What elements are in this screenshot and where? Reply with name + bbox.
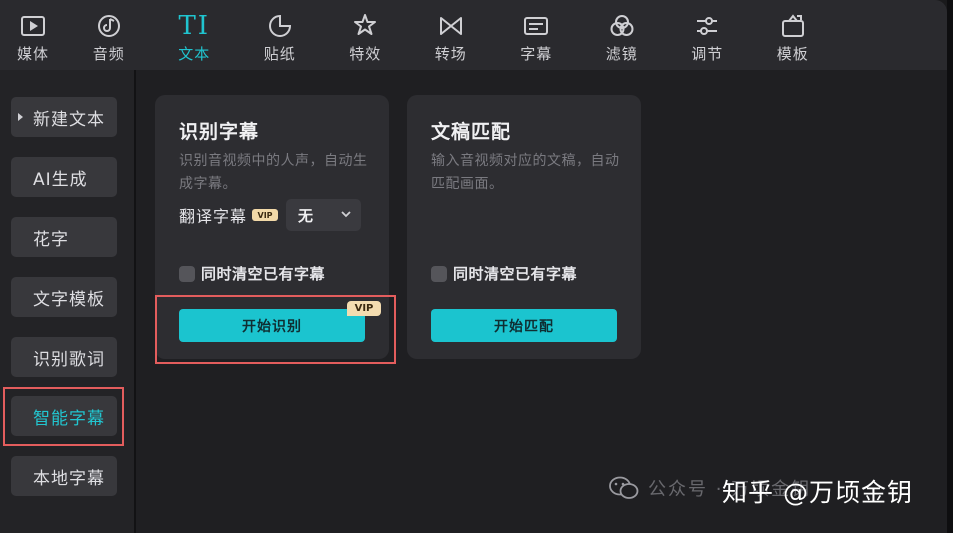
- translate-row: 翻译字幕 VIP 无: [179, 199, 362, 231]
- toolbar-item-label: 文本: [178, 45, 211, 63]
- highlight-box: [155, 295, 396, 364]
- translate-select[interactable]: 无: [286, 199, 362, 231]
- chevron-down-icon: [341, 211, 351, 218]
- toolbar-item-label: 转场: [434, 45, 467, 63]
- toolbar-item-label: 媒体: [16, 45, 49, 63]
- text-icon: TI: [178, 11, 211, 41]
- sidebar-item-label: 本地字幕: [33, 468, 105, 489]
- card-title: 识别字幕: [179, 121, 260, 143]
- toolbar-item-text[interactable]: TI 文本: [152, 0, 238, 70]
- toolbar-item-effects[interactable]: 特效: [323, 0, 409, 70]
- sidebar-item-label: 新建文本: [33, 109, 105, 130]
- sidebar-item-label: 花字: [33, 229, 69, 250]
- subtitle-icon: [524, 17, 549, 35]
- card-title: 文稿匹配: [431, 121, 512, 143]
- toolbar-item-label: 滤镜: [605, 45, 638, 63]
- sidebar-item-label: 文字模板: [33, 289, 105, 310]
- highlight-box: [3, 387, 124, 446]
- caret-right-icon: [18, 113, 23, 121]
- toolbar-item-template[interactable]: 模板: [750, 0, 836, 70]
- sidebar-item-local-subtitle[interactable]: 本地字幕: [11, 456, 117, 496]
- top-toolbar: 媒体 音频 TI 文本 贴纸 特效 转场 字幕 滤镜 调节 模板: [0, 0, 947, 70]
- clear-existing-checkbox-row[interactable]: 同时清空已有字幕: [179, 263, 325, 284]
- sidebar-item-label: AI生成: [33, 169, 88, 190]
- checkbox-label: 同时清空已有字幕: [201, 265, 326, 283]
- template-icon: [781, 14, 804, 37]
- clear-existing-checkbox-row[interactable]: 同时清空已有字幕: [431, 263, 577, 284]
- toolbar-item-media[interactable]: 媒体: [0, 0, 66, 70]
- sidebar-item-ai-generate[interactable]: AI生成: [11, 157, 117, 197]
- media-icon: [21, 16, 45, 36]
- sidebar-item-label: 识别歌词: [33, 349, 105, 370]
- window-edge: [947, 0, 953, 533]
- toolbar-item-label: 特效: [349, 45, 382, 63]
- toolbar-item-subtitle[interactable]: 字幕: [494, 0, 580, 70]
- vip-badge: VIP: [252, 209, 279, 221]
- clear-existing-checkbox[interactable]: [179, 265, 195, 282]
- sidebar: 新建文本 AI生成 花字 文字模板 识别歌词 智能字幕 本地字幕: [0, 70, 136, 533]
- wechat-icon: [609, 476, 639, 499]
- clear-existing-checkbox[interactable]: [431, 265, 447, 282]
- translate-select-value: 无: [298, 206, 314, 225]
- checkbox-label: 同时清空已有字幕: [453, 265, 578, 283]
- card-description: 识别音视频中的人声，自动生成字幕。: [179, 153, 368, 192]
- filter-icon: [610, 15, 634, 36]
- app-window: 媒体 音频 TI 文本 贴纸 特效 转场 字幕 滤镜 调节 模板 新建文本 AI…: [0, 0, 947, 533]
- toolbar-item-label: 调节: [691, 45, 724, 63]
- toolbar-item-label: 贴纸: [263, 45, 296, 63]
- toolbar-item-sticker[interactable]: 贴纸: [237, 0, 323, 70]
- card-description: 输入音视频对应的文稿，自动匹配画面。: [431, 153, 620, 192]
- toolbar-item-label: 字幕: [520, 45, 553, 63]
- toolbar-item-transition[interactable]: 转场: [408, 0, 494, 70]
- sticker-icon: [268, 14, 291, 37]
- sidebar-item-recognize-lyrics[interactable]: 识别歌词: [11, 337, 117, 377]
- toolbar-item-adjust[interactable]: 调节: [665, 0, 751, 70]
- effects-icon: [354, 14, 377, 35]
- toolbar-item-filter[interactable]: 滤镜: [579, 0, 665, 70]
- toolbar-item-label: 音频: [92, 45, 125, 63]
- manuscript-match-card: 文稿匹配 输入音视频对应的文稿，自动匹配画面。 同时清空已有字幕 开始匹配: [407, 95, 641, 359]
- sidebar-item-fancy-text[interactable]: 花字: [11, 217, 117, 257]
- audio-icon: [97, 15, 120, 37]
- start-match-button[interactable]: 开始匹配: [431, 309, 617, 342]
- main-panel: 识别字幕 识别音视频中的人声，自动生成字幕。 翻译字幕 VIP 无 同时清空已有…: [138, 70, 947, 533]
- sidebar-item-text-template[interactable]: 文字模板: [11, 277, 117, 317]
- toolbar-item-audio[interactable]: 音频: [66, 0, 152, 70]
- sidebar-item-new-text[interactable]: 新建文本: [11, 97, 117, 137]
- toolbar-item-label: 模板: [776, 45, 809, 63]
- translate-label: 翻译字幕: [179, 207, 248, 226]
- watermark-zhihu: 知乎 @万顷金钥: [722, 478, 913, 507]
- transition-icon: [439, 17, 462, 35]
- adjust-icon: [697, 17, 718, 35]
